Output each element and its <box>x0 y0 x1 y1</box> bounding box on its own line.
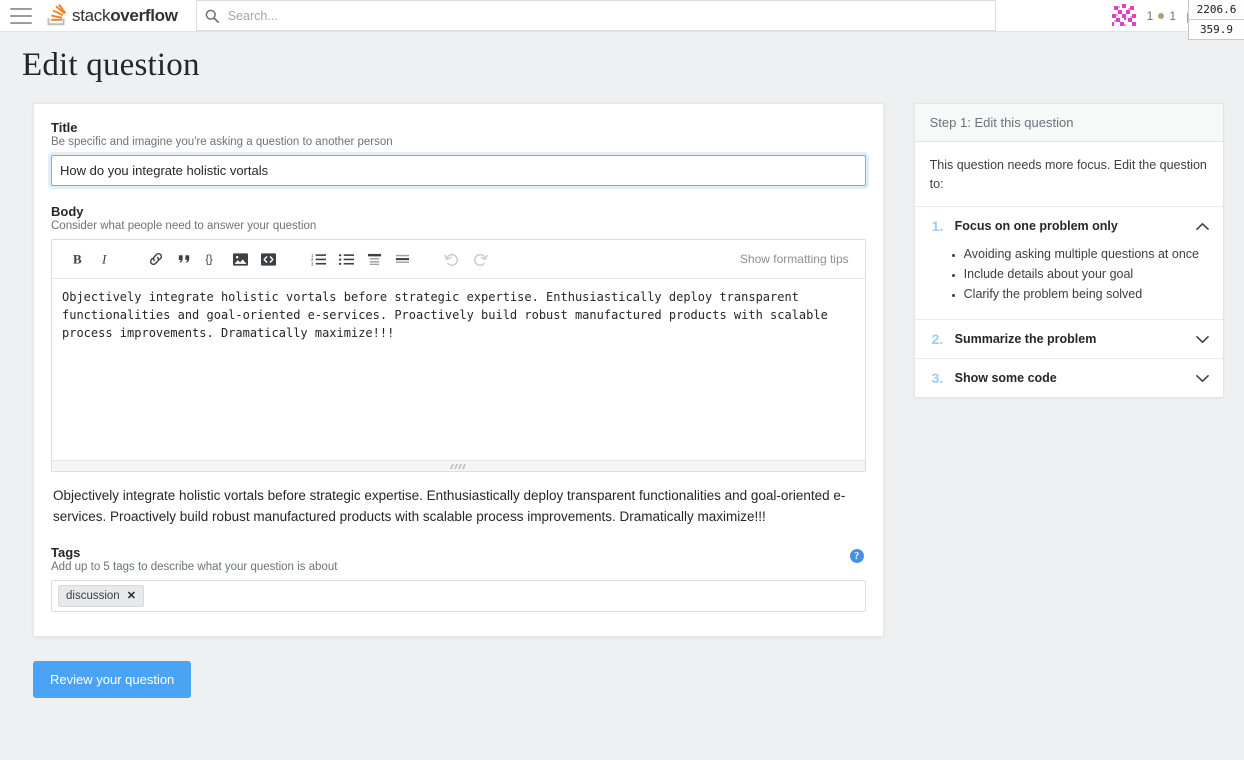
show-formatting-tips-link[interactable]: Show formatting tips <box>740 252 853 266</box>
stackoverflow-logo-icon <box>46 4 67 27</box>
sidebar-bullet-list: Avoiding asking multiple questions at on… <box>949 245 1209 303</box>
body-field-hint: Consider what people need to answer your… <box>51 220 317 232</box>
bulleted-list-icon[interactable] <box>332 245 360 273</box>
sidebar-item-number: 3. <box>931 370 944 386</box>
sidebar-item-title: Summarize the problem <box>954 332 1097 346</box>
reputation-counter[interactable]: 1 1 <box>1147 9 1176 23</box>
tags-section: Tags Add up to 5 tags to describe what y… <box>51 545 866 573</box>
numbered-list-icon[interactable]: 1 2 3 <box>304 245 332 273</box>
search-bar[interactable] <box>195 0 996 31</box>
tags-field-hint: Add up to 5 tags to describe what your q… <box>51 561 338 573</box>
edit-guidance-sidebar: Step 1: Edit this question This question… <box>913 103 1224 398</box>
title-field-label: Title <box>51 120 78 135</box>
body-editor: B I {} 1 2 3 Show formatting tips Object… <box>51 239 866 472</box>
stackoverflow-logo[interactable]: stackoverflow <box>46 4 178 27</box>
list-item: Include details about your goal <box>964 265 1209 283</box>
blockquote-icon[interactable] <box>170 245 198 273</box>
image-icon[interactable] <box>226 245 254 273</box>
chevron-up-icon[interactable] <box>1196 220 1209 233</box>
top-navigation-bar: stackoverflow Search... 1 1 <box>0 0 1244 32</box>
sidebar-item-number: 2. <box>931 331 944 347</box>
link-icon[interactable] <box>142 245 170 273</box>
list-item: Avoiding asking multiple questions at on… <box>964 245 1209 263</box>
edit-question-card: Title Be specific and imagine you're ask… <box>33 103 884 637</box>
undo-icon[interactable] <box>438 245 466 273</box>
sidebar-item-show-some-code: 3. Show some code <box>914 358 1223 397</box>
review-your-question-button[interactable]: Review your question <box>33 661 192 698</box>
body-preview: Objectively integrate holistic vortals b… <box>53 488 846 524</box>
svg-text:B: B <box>73 252 82 266</box>
badge-count: 1 <box>1169 8 1176 23</box>
horizontal-rule-icon[interactable] <box>388 245 416 273</box>
tags-field-label: Tags <box>51 545 81 560</box>
heading-icon[interactable] <box>360 245 388 273</box>
chevron-down-icon[interactable] <box>1196 372 1209 385</box>
sidebar-item-header[interactable]: 2. Summarize the problem <box>915 320 1223 358</box>
title-input[interactable] <box>51 155 866 186</box>
logo-wordmark: stackoverflow <box>72 6 178 26</box>
user-avatar[interactable] <box>1111 3 1136 28</box>
body-field-label: Body <box>51 204 84 219</box>
sidebar-item-content: Avoiding asking multiple questions at on… <box>915 245 1223 319</box>
editor-toolbar: B I {} 1 2 3 Show formatting tips <box>52 240 865 279</box>
page-title: Edit question <box>22 47 200 83</box>
sidebar-item-header[interactable]: 1. Focus on one problem only <box>915 207 1223 245</box>
bronze-badge-icon <box>1158 12 1165 19</box>
tag-remove-icon[interactable]: ✕ <box>127 589 136 602</box>
coordinate-readout-panel: 2206.6 359.9 <box>1188 0 1244 40</box>
search-icon <box>205 9 219 23</box>
search-input[interactable] <box>225 7 987 24</box>
tag-chip-label: discussion <box>66 589 120 602</box>
sidebar-item-number: 1. <box>931 218 944 234</box>
editor-resize-handle[interactable] <box>52 460 865 471</box>
code-icon[interactable]: {} <box>198 245 226 273</box>
coordinate-readout-x: 2206.6 <box>1189 0 1244 20</box>
chevron-down-icon[interactable] <box>1196 333 1209 346</box>
svg-text:3: 3 <box>311 261 314 266</box>
form-footer: Review your question <box>0 637 1244 698</box>
svg-text:{}: {} <box>205 254 213 266</box>
hamburger-menu-icon[interactable] <box>10 7 32 24</box>
resize-grip-icon <box>450 463 467 469</box>
redo-icon[interactable] <box>466 245 494 273</box>
sidebar-header: Step 1: Edit this question <box>914 104 1223 142</box>
bold-icon[interactable]: B <box>64 245 92 273</box>
logo-text-stack: stack <box>72 5 111 25</box>
stack-snippet-icon[interactable] <box>254 245 282 273</box>
tag-chip[interactable]: discussion ✕ <box>58 585 144 607</box>
sidebar-intro-text: This question needs more focus. Edit the… <box>929 158 1207 191</box>
sidebar-item-title: Focus on one problem only <box>954 219 1118 233</box>
logo-text-overflow: overflow <box>110 5 178 25</box>
title-field-hint: Be specific and imagine you're asking a … <box>51 136 393 148</box>
coordinate-readout-y: 359.9 <box>1189 20 1244 40</box>
sidebar-item-header[interactable]: 3. Show some code <box>915 359 1223 397</box>
body-textarea[interactable] <box>52 279 865 460</box>
reputation-value: 1 <box>1146 8 1154 23</box>
page-layout: Title Be specific and imagine you're ask… <box>0 84 1244 637</box>
sidebar-item-focus-on-one-problem: 1. Focus on one problem only Avoiding as… <box>914 206 1223 319</box>
list-item: Clarify the problem being solved <box>964 285 1209 303</box>
tags-input[interactable]: discussion ✕ <box>51 580 866 612</box>
sidebar-item-summarize-the-problem: 2. Summarize the problem <box>914 319 1223 358</box>
svg-text:I: I <box>101 252 107 266</box>
tags-help-icon[interactable]: ? <box>849 549 864 563</box>
sidebar-item-title: Show some code <box>954 371 1057 385</box>
italic-icon[interactable]: I <box>92 245 120 273</box>
